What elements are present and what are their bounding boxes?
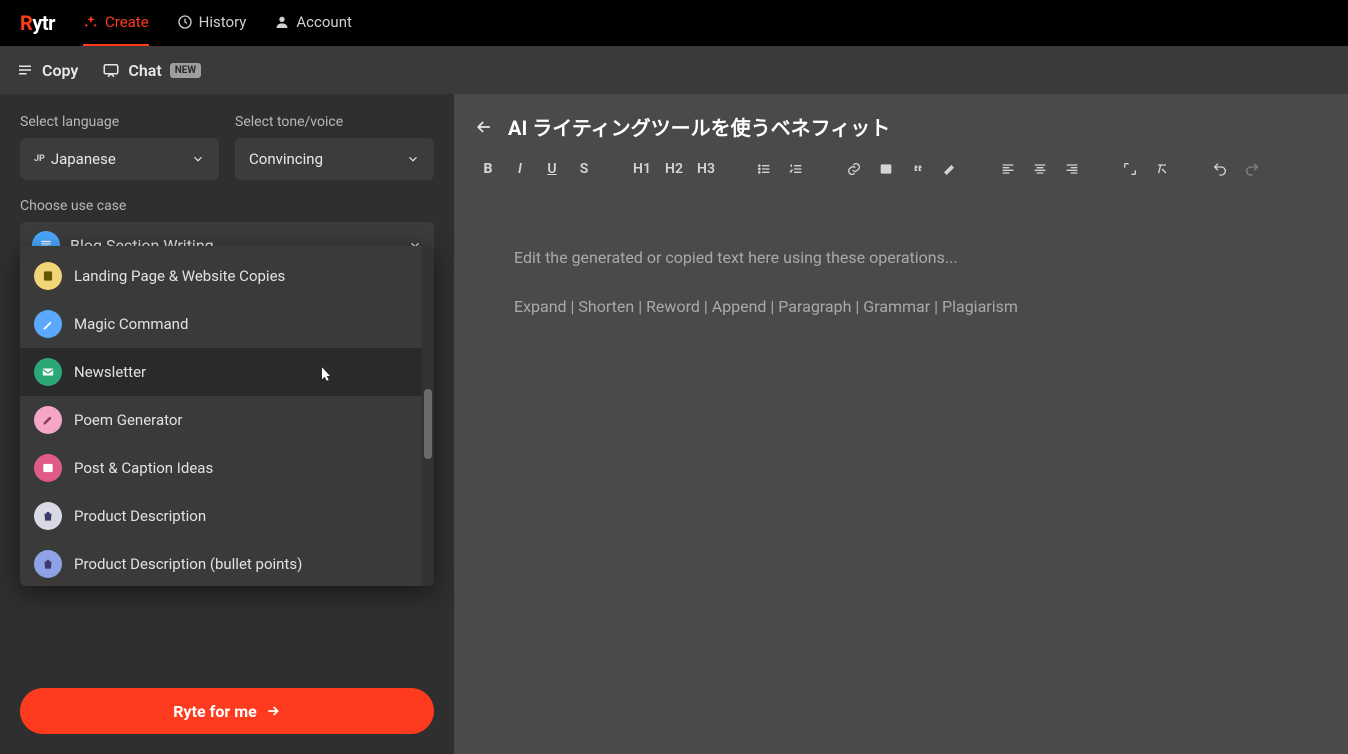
strike-button[interactable]: S: [570, 155, 598, 183]
arrow-right-icon: [265, 703, 281, 719]
mode-copy-label: Copy: [42, 61, 78, 80]
dropdown-item[interactable]: Poem Generator: [20, 396, 422, 444]
image-button[interactable]: [872, 155, 900, 183]
expand-button[interactable]: [1116, 155, 1144, 183]
dropdown-item-label: Landing Page & Website Copies: [74, 267, 285, 285]
dropdown-item[interactable]: Magic Command: [20, 300, 422, 348]
chevron-down-icon: [191, 152, 205, 166]
scrollbar-thumb[interactable]: [424, 389, 432, 459]
editor-body[interactable]: Edit the generated or copied text here u…: [454, 198, 1348, 368]
dropdown-item[interactable]: Landing Page & Website Copies: [20, 252, 422, 300]
tab-create-label: Create: [105, 13, 149, 31]
tab-history[interactable]: History: [177, 0, 247, 46]
link-button[interactable]: [840, 155, 868, 183]
ryte-button[interactable]: Ryte for me: [20, 688, 434, 734]
dropdown-item-label: Poem Generator: [74, 411, 183, 429]
page-icon: [34, 262, 62, 290]
list-ul-button[interactable]: [750, 155, 778, 183]
undo-button[interactable]: [1206, 155, 1234, 183]
h2-button[interactable]: H2: [660, 155, 688, 183]
dropdown-item-label: Product Description (bullet points): [74, 555, 302, 573]
language-value: Japanese: [51, 150, 116, 168]
align-right-button[interactable]: [1058, 155, 1086, 183]
align-center-button[interactable]: [1026, 155, 1054, 183]
new-badge: NEW: [170, 63, 201, 78]
dropdown-item-label: Magic Command: [74, 315, 188, 333]
top-nav: Rytr Create History Account: [0, 0, 1348, 46]
highlight-button[interactable]: [936, 155, 964, 183]
image-icon: [34, 454, 62, 482]
language-prefix: JP: [34, 154, 45, 164]
language-select[interactable]: JP Japanese: [20, 138, 219, 180]
tone-select[interactable]: Convincing: [235, 138, 434, 180]
mode-copy[interactable]: Copy: [16, 61, 78, 80]
italic-button[interactable]: I: [506, 155, 534, 183]
bag-icon: [34, 550, 62, 578]
tab-history-label: History: [199, 13, 247, 31]
align-left-button[interactable]: [994, 155, 1022, 183]
dropdown-item-label: Newsletter: [74, 363, 146, 381]
wand-icon: [34, 310, 62, 338]
history-icon: [177, 14, 193, 30]
underline-button[interactable]: U: [538, 155, 566, 183]
chat-icon: [102, 61, 120, 79]
bold-button[interactable]: B: [474, 155, 502, 183]
tab-account-label: Account: [296, 13, 352, 31]
redo-button[interactable]: [1238, 155, 1266, 183]
tone-value: Convincing: [249, 150, 323, 168]
ryte-button-label: Ryte for me: [173, 702, 256, 721]
language-label: Select language: [20, 114, 219, 130]
editor-pane: AI ライティングツールを使うベネフィット B I U S H1 H2 H3: [454, 94, 1348, 754]
editor-toolbar: B I U S H1 H2 H3: [454, 151, 1348, 198]
dropdown-item-label: Product Description: [74, 507, 206, 525]
doc-title[interactable]: AI ライティングツールを使うベネフィット: [508, 112, 890, 141]
nav-tabs: Create History Account: [83, 0, 352, 46]
dropdown-item[interactable]: Product Description: [20, 492, 422, 540]
bag-icon: [34, 502, 62, 530]
tab-account[interactable]: Account: [274, 0, 352, 46]
clear-format-button[interactable]: [1148, 155, 1176, 183]
dropdown-item[interactable]: Newsletter: [20, 348, 422, 396]
user-icon: [274, 14, 290, 30]
scrollbar[interactable]: [422, 246, 434, 586]
logo: Rytr: [20, 11, 55, 35]
mode-chat-label: Chat: [128, 61, 161, 80]
tone-label: Select tone/voice: [235, 114, 434, 130]
main: Select language JP Japanese Select tone/…: [0, 94, 1348, 754]
usecase-dropdown: Landing Page & Website Copies Magic Comma…: [20, 246, 434, 586]
usecase-label: Choose use case: [20, 198, 434, 214]
sidebar: Select language JP Japanese Select tone/…: [0, 94, 454, 754]
editor-ops: Expand | Shorten | Reword | Append | Par…: [514, 293, 1288, 322]
dropdown-item[interactable]: Product Description (bullet points): [20, 540, 422, 586]
editor-placeholder: Edit the generated or copied text here u…: [514, 244, 1288, 273]
h3-button[interactable]: H3: [692, 155, 720, 183]
back-button[interactable]: [474, 117, 494, 137]
tab-create[interactable]: Create: [83, 0, 149, 46]
sparkle-icon: [83, 14, 99, 30]
dropdown-item[interactable]: Post & Caption Ideas: [20, 444, 422, 492]
dropdown-item-label: Post & Caption Ideas: [74, 459, 213, 477]
mail-icon: [34, 358, 62, 386]
doc-header: AI ライティングツールを使うベネフィット: [454, 94, 1348, 151]
menu-icon: [16, 61, 34, 79]
list-ol-button[interactable]: [782, 155, 810, 183]
quote-button[interactable]: [904, 155, 932, 183]
h1-button[interactable]: H1: [628, 155, 656, 183]
pen-icon: [34, 406, 62, 434]
sub-bar: Copy Chat NEW: [0, 46, 1348, 94]
mode-chat[interactable]: Chat NEW: [102, 61, 201, 80]
chevron-down-icon: [406, 152, 420, 166]
